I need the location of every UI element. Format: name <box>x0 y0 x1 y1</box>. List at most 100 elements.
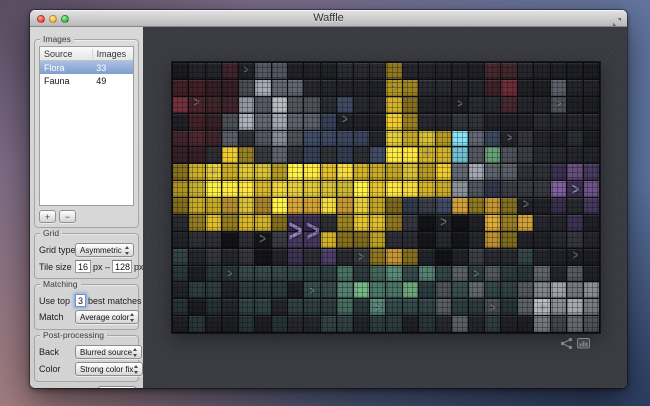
mosaic-tile <box>551 131 566 147</box>
mosaic-tile <box>584 80 599 96</box>
mosaic-tile <box>173 299 188 315</box>
mosaic-tile <box>321 198 336 214</box>
mosaic-tile <box>255 316 270 332</box>
mosaic-tile <box>584 316 599 332</box>
mosaic-tile <box>354 147 369 163</box>
column-header-source[interactable]: Source <box>40 49 93 59</box>
mosaic-tile <box>534 316 549 332</box>
mosaic-tile <box>501 114 516 130</box>
fullscreen-icon[interactable] <box>612 14 622 24</box>
match-label: Match <box>39 312 75 322</box>
mosaic-tile <box>173 80 188 96</box>
tile-size-unit-mid: px – <box>93 262 110 272</box>
mosaic-tile <box>222 147 237 163</box>
mosaic-tile <box>370 131 385 147</box>
mosaic-tile <box>485 97 500 113</box>
mosaic-tile <box>501 232 516 248</box>
mosaic-tile <box>337 232 352 248</box>
mosaic-tile <box>485 147 500 163</box>
mosaic-tile <box>518 97 533 113</box>
mosaic-tile <box>206 181 221 197</box>
mosaic-tile <box>288 181 303 197</box>
share-icon[interactable] <box>560 337 573 350</box>
color-dropdown[interactable]: Strong color fix <box>75 362 143 376</box>
table-row[interactable]: Flora33 <box>40 61 133 74</box>
mosaic-tile <box>436 80 451 96</box>
match-dropdown[interactable]: Average color <box>75 310 139 324</box>
mosaic-tile <box>272 181 287 197</box>
mosaic-tile <box>304 97 319 113</box>
use-top-field[interactable]: 3 <box>75 294 86 307</box>
mosaic-tile <box>239 249 254 265</box>
mosaic-tile <box>354 198 369 214</box>
mosaic-tile <box>173 316 188 332</box>
mosaic-tile <box>304 147 319 163</box>
mosaic-tile <box>173 181 188 197</box>
mosaic-tile <box>469 63 484 79</box>
mosaic-tile <box>370 266 385 282</box>
mosaic-tile <box>272 147 287 163</box>
mosaic-tile <box>584 249 599 265</box>
back-dropdown[interactable]: Blurred source <box>75 345 142 359</box>
mosaic-preview[interactable]: >>>>>>>>>>>>>>>>>>>>>>> <box>172 62 600 333</box>
mosaic-tile <box>452 249 467 265</box>
mosaic-tile <box>173 198 188 214</box>
matching-group: Matching Use top 3 best matches Match Av… <box>34 284 139 330</box>
sources-table-header[interactable]: Source Images <box>40 47 133 61</box>
add-source-button[interactable]: + <box>39 210 56 223</box>
mosaic-tile <box>239 299 254 315</box>
mosaic-tile <box>386 97 401 113</box>
mosaic-tile <box>419 215 434 231</box>
mosaic-tile <box>403 63 418 79</box>
mosaic-tile <box>551 147 566 163</box>
sources-table[interactable]: Source Images Flora33Fauna49 <box>39 46 134 206</box>
mosaic-tile <box>386 232 401 248</box>
mosaic-tile <box>239 114 254 130</box>
mosaic-tile <box>386 80 401 96</box>
source-cell: Flora <box>40 63 92 73</box>
column-header-images[interactable]: Images <box>93 49 133 59</box>
tile-size-min-field[interactable]: 16 <box>75 260 91 273</box>
mosaic-tile <box>501 63 516 79</box>
mosaic-tile <box>386 249 401 265</box>
mosaic-tile <box>584 181 599 197</box>
mosaic-tile <box>436 249 451 265</box>
mosaic-tile <box>551 232 566 248</box>
preview-icon[interactable] <box>577 338 590 349</box>
table-row[interactable]: Fauna49 <box>40 74 133 87</box>
titlebar[interactable]: Waffle <box>30 10 627 27</box>
mosaic-tile <box>584 114 599 130</box>
mosaic-tile <box>584 147 599 163</box>
mosaic-tile <box>403 131 418 147</box>
mosaic-tile <box>370 63 385 79</box>
mosaic-tile <box>206 266 221 282</box>
mosaic-tile <box>337 198 352 214</box>
mosaic-tile <box>173 164 188 180</box>
mosaic-tile <box>321 215 336 231</box>
mosaic-tile <box>304 266 319 282</box>
mosaic-tile <box>239 131 254 147</box>
mosaic-tile <box>272 215 287 231</box>
render-button[interactable]: Render <box>97 386 137 388</box>
mosaic-tile <box>485 164 500 180</box>
mosaic-tile <box>534 181 549 197</box>
remove-source-button[interactable]: − <box>59 210 76 223</box>
mosaic-tile <box>386 131 401 147</box>
mosaic-tile <box>534 80 549 96</box>
mosaic-tile <box>239 97 254 113</box>
mosaic-tile <box>354 63 369 79</box>
mosaic-tile <box>206 147 221 163</box>
mosaic-tile <box>518 232 533 248</box>
mosaic-tile <box>222 181 237 197</box>
mosaic-tile <box>337 181 352 197</box>
grid-type-label: Grid type <box>39 245 75 255</box>
mosaic-tile <box>337 249 352 265</box>
mosaic-tile <box>321 80 336 96</box>
grid-type-dropdown[interactable]: Asymmetric <box>75 243 134 257</box>
mosaic-tile <box>321 299 336 315</box>
mosaic-tile <box>239 198 254 214</box>
mosaic-tile <box>386 63 401 79</box>
mosaic-tile <box>354 299 369 315</box>
mosaic-tile <box>501 249 516 265</box>
tile-size-max-field[interactable]: 128 <box>112 260 132 273</box>
